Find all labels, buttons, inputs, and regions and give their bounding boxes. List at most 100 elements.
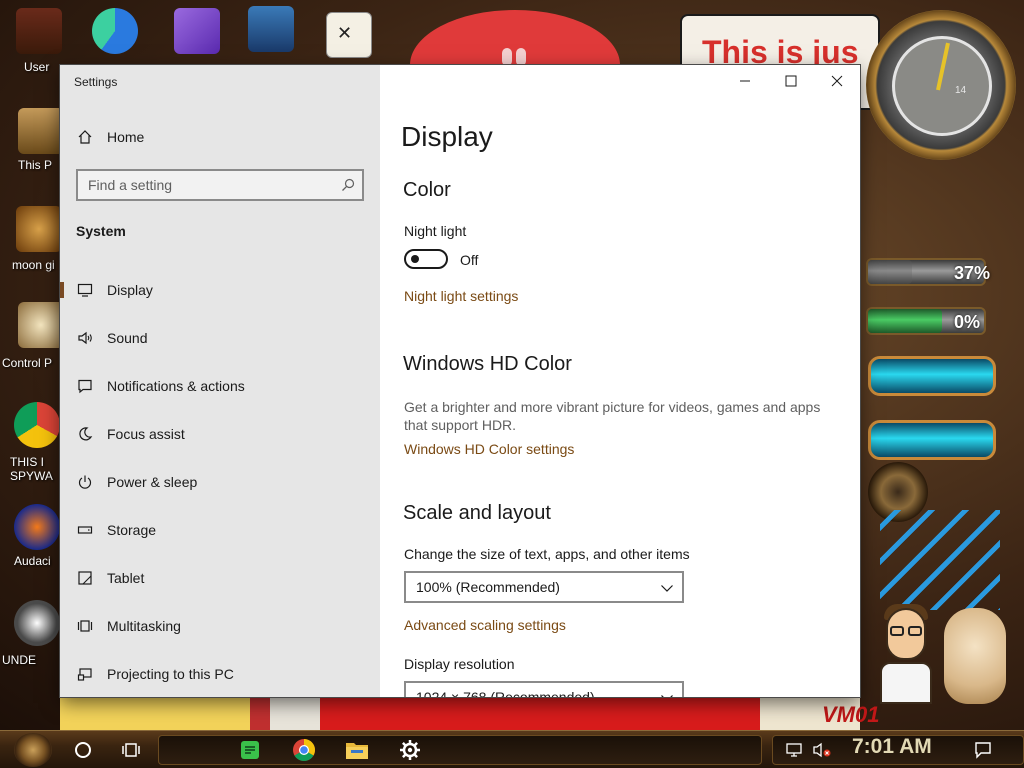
control-panel-icon[interactable] <box>18 302 64 348</box>
taskbar-clock[interactable]: 7:01 AM <box>852 735 932 759</box>
sidebar-item-projecting[interactable]: Projecting to this PC <box>60 654 380 694</box>
cpu-gauge-fill <box>868 260 912 284</box>
scale-dropdown[interactable]: 100% (Recommended) <box>404 571 684 603</box>
file-explorer-icon <box>345 739 369 761</box>
audacity-icon[interactable] <box>14 504 60 550</box>
multitasking-icon <box>76 617 94 635</box>
hd-color-heading: Windows HD Color <box>403 353 572 375</box>
resolution-dropdown[interactable]: 1024 × 768 (Recommended) <box>404 681 684 697</box>
moon-gif-icon[interactable] <box>16 206 62 252</box>
taskbar-app-notes[interactable] <box>233 736 267 764</box>
toggle-knob <box>411 255 419 263</box>
virtualbox-icon[interactable] <box>248 6 294 52</box>
wallpaper-logo-text: VM01 <box>822 702 880 727</box>
night-light-toggle[interactable] <box>404 249 448 269</box>
action-center-button[interactable] <box>966 735 1000 765</box>
clock-widget-face: 14 <box>892 36 992 136</box>
wallpaper-bottom-strip <box>60 697 860 730</box>
search-icon[interactable] <box>341 178 355 192</box>
chrome-shortcut-icon[interactable] <box>14 402 60 448</box>
hxd-icon[interactable]: ✕ <box>326 12 372 58</box>
sidebar-item-sound[interactable]: Sound <box>60 318 380 358</box>
network-icon <box>785 742 803 758</box>
scale-dropdown-value: 100% (Recommended) <box>416 579 560 595</box>
under-icon[interactable] <box>14 600 60 646</box>
this-pc-icon[interactable] <box>18 108 64 154</box>
chevron-down-icon <box>660 581 674 595</box>
window-title: Settings <box>74 75 118 89</box>
sidebar-item-display[interactable]: Display <box>60 270 380 310</box>
sidebar-item-label: Multitasking <box>107 618 181 634</box>
sidebar-item-notifications[interactable]: Notifications & actions <box>60 366 380 406</box>
sidebar-item-label: Home <box>107 129 145 145</box>
sidebar-item-storage[interactable]: Storage <box>60 510 380 550</box>
search-input[interactable] <box>78 171 338 199</box>
night-light-settings-link[interactable]: Night light settings <box>404 288 518 304</box>
action-center-icon <box>974 741 992 759</box>
maximize-icon <box>785 75 797 87</box>
hamster-image <box>944 608 1006 704</box>
settings-sidebar: Settings Home System Display Sou <box>60 65 380 697</box>
volume-muted-icon <box>812 742 832 758</box>
desktop-icon-label: Control P <box>2 356 53 370</box>
desktop-icon-label: UNDE <box>2 653 37 667</box>
task-view-button[interactable] <box>114 735 148 765</box>
search-box <box>76 169 364 201</box>
edge-icon[interactable] <box>92 8 138 54</box>
minimize-button[interactable] <box>722 65 768 97</box>
taskbar-app-explorer[interactable] <box>340 736 374 764</box>
clock-widget-number: 14 <box>955 85 967 96</box>
cpu-percent: 37% <box>954 263 991 283</box>
gear-icon <box>399 739 421 761</box>
advanced-scaling-link[interactable]: Advanced scaling settings <box>404 617 566 633</box>
scale-size-label: Change the size of text, apps, and other… <box>404 546 690 562</box>
desktop-icon-label: Audaci <box>14 554 51 568</box>
volume-button[interactable] <box>808 735 836 765</box>
taskbar-app-chrome[interactable] <box>287 736 321 764</box>
sidebar-item-focus-assist[interactable]: Focus assist <box>60 414 380 454</box>
sidebar-item-label: Power & sleep <box>107 474 198 490</box>
minimize-icon <box>739 75 751 87</box>
settings-window: Settings Home System Display Sou <box>60 65 860 697</box>
projecting-icon <box>76 665 94 683</box>
speaker-icon <box>76 329 94 347</box>
search-button[interactable] <box>66 735 100 765</box>
moon-icon <box>76 425 94 443</box>
display-resolution-label: Display resolution <box>404 656 515 672</box>
sidebar-item-tablet[interactable]: Tablet <box>60 558 380 598</box>
sidebar-item-home[interactable]: Home <box>60 121 380 153</box>
tube-widget-1 <box>868 356 996 396</box>
pipes-decoration <box>880 510 1000 610</box>
sidebar-item-label: Tablet <box>107 570 145 586</box>
settings-content: Display Color Night light Off Night ligh… <box>380 65 860 697</box>
sidebar-item-multitasking[interactable]: Multitasking <box>60 606 380 646</box>
chrome-icon <box>292 738 316 762</box>
memory-gauge-fill <box>868 309 942 333</box>
night-light-state: Off <box>460 252 479 268</box>
cortana-circle-icon <box>74 741 92 759</box>
desktop-icon-label: moon gi <box>12 258 55 272</box>
sticky-notes-icon <box>239 739 261 761</box>
sidebar-item-power-sleep[interactable]: Power & sleep <box>60 462 380 502</box>
night-light-label: Night light <box>404 223 467 239</box>
sidebar-item-label: Storage <box>107 522 157 538</box>
task-view-icon <box>121 741 141 759</box>
close-icon <box>831 75 843 87</box>
maximize-button[interactable] <box>768 65 814 97</box>
start-button[interactable] <box>14 733 52 767</box>
notification-icon <box>76 377 94 395</box>
visual-studio-icon[interactable] <box>174 8 220 54</box>
sidebar-item-label: Notifications & actions <box>107 378 245 394</box>
sidebar-item-label: Sound <box>107 330 148 346</box>
monitor-icon <box>76 281 94 299</box>
user-folder-icon[interactable] <box>16 8 62 54</box>
page-title: Display <box>401 121 493 152</box>
close-button[interactable] <box>814 65 860 97</box>
tube-widget-2 <box>868 420 996 460</box>
home-icon <box>76 128 94 146</box>
desktop-icon-label: THIS I SPYWA <box>10 455 53 483</box>
network-button[interactable] <box>780 735 808 765</box>
hd-color-settings-link[interactable]: Windows HD Color settings <box>404 441 574 457</box>
taskbar-app-settings[interactable] <box>393 736 427 764</box>
memory-percent: 0% <box>954 312 981 332</box>
